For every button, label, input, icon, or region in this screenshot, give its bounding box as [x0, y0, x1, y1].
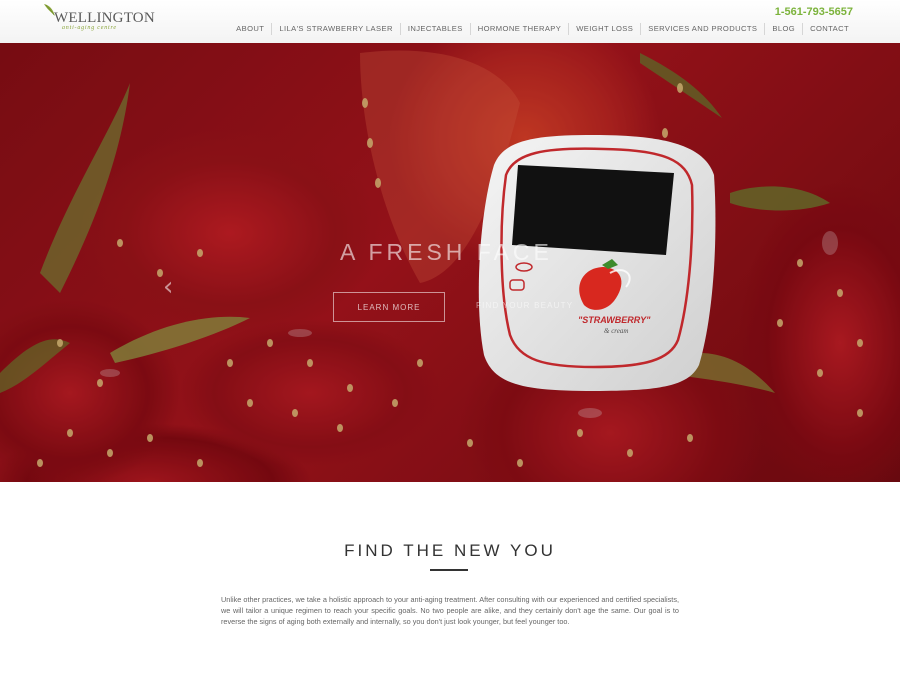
nav-item-blog[interactable]: BLOG [764, 23, 802, 35]
nav-item-weight-loss[interactable]: WEIGHT LOSS [568, 23, 640, 35]
device-label-line1: "STRAWBERRY" [578, 315, 651, 325]
learn-more-button[interactable]: LEARN MORE [333, 292, 445, 322]
hero-subtext: FIND YOUR BEAUTY [476, 301, 574, 310]
heading-divider [430, 569, 468, 571]
section-heading: FIND THE NEW YOU [344, 541, 556, 560]
nav-item-about[interactable]: ABOUT [229, 23, 271, 35]
nav-item-injectables[interactable]: INJECTABLES [399, 23, 470, 35]
nav-item-hormone-therapy[interactable]: HORMONE THERAPY [469, 23, 569, 35]
logo[interactable]: WELLINGTON anti-aging centre [40, 3, 155, 37]
nav-item-services-products[interactable]: SERVICES AND PRODUCTS [640, 23, 764, 35]
section-body: Unlike other practices, we take a holist… [221, 595, 679, 627]
hero-title: A FRESH FACE [340, 239, 553, 265]
logo-tagline: anti-aging centre [62, 25, 117, 31]
chevron-left-icon[interactable]: ‹ [163, 272, 173, 302]
nav-item-contact[interactable]: CONTACT [802, 23, 856, 35]
main-nav: ABOUT LILA'S STRAWBERRY LASER INJECTABLE… [229, 23, 856, 35]
nav-item-strawberry-laser[interactable]: LILA'S STRAWBERRY LASER [271, 23, 399, 35]
phone-number[interactable]: 1-561-793-5657 [775, 6, 853, 18]
device-label-line2: & cream [604, 327, 628, 335]
site-header: WELLINGTON anti-aging centre 1-561-793-5… [0, 0, 900, 44]
hero-slider: "STRAWBERRY" & cream ‹ A FRESH FACE LEAR… [0, 43, 900, 482]
